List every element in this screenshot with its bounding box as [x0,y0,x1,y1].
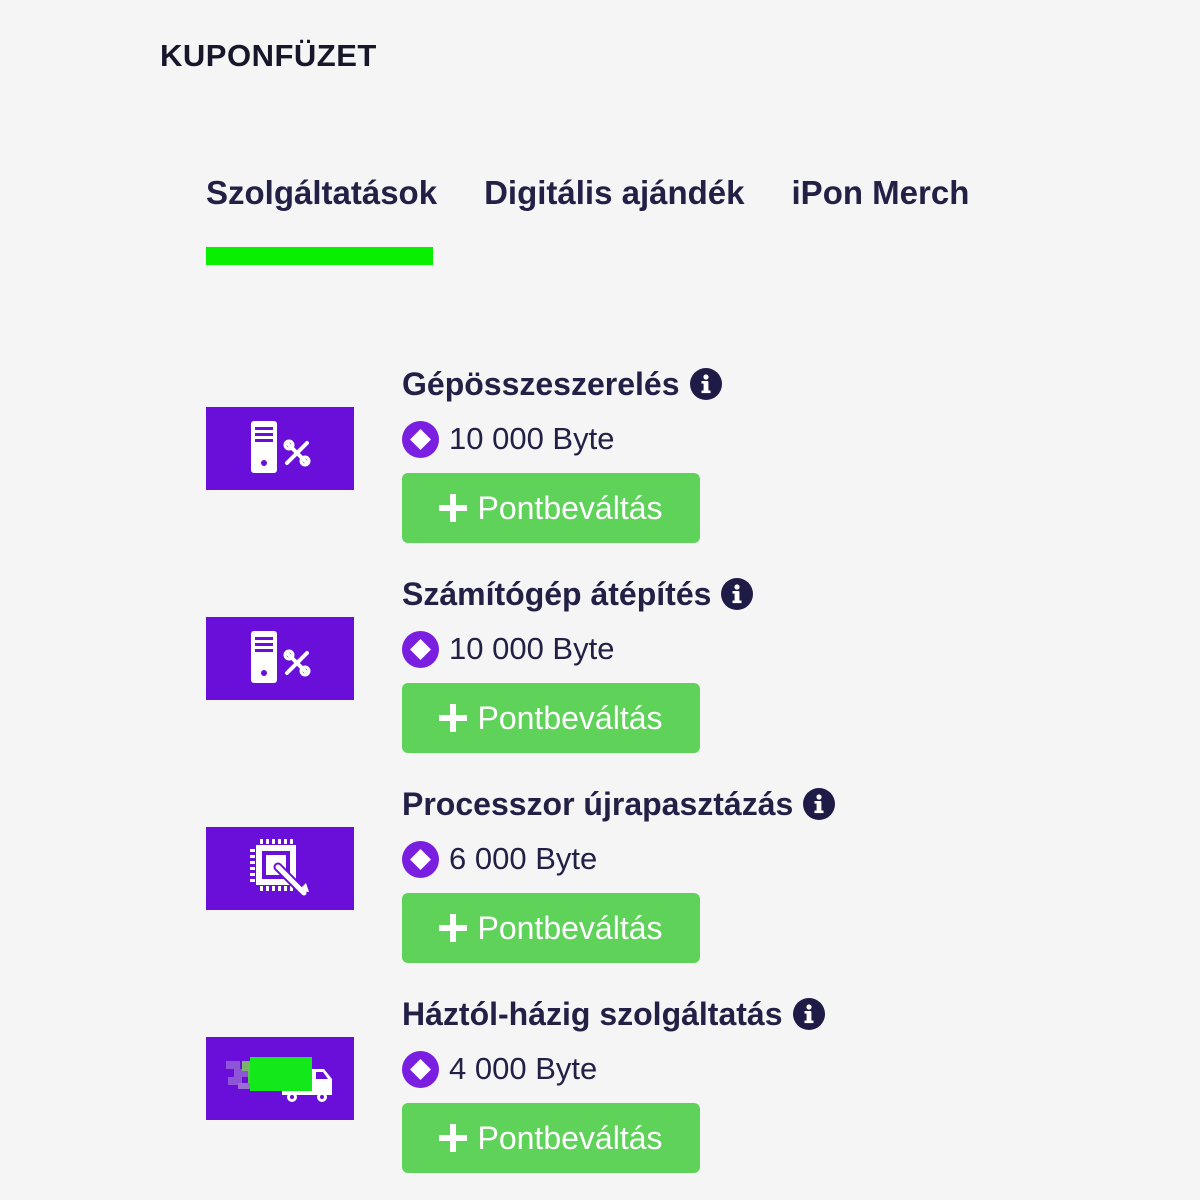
redeem-button[interactable]: Pontbeváltás [402,893,700,963]
service-name: Háztól-házig szolgáltatás [402,995,783,1032]
service-item: Számítógép átépítés 10 000 Byte Pontbevá… [206,576,1006,766]
service-icon-box [206,827,354,910]
redeem-button[interactable]: Pontbeváltás [402,1103,700,1173]
service-item: Háztól-házig szolgáltatás 4 000 Byte Pon… [206,996,1006,1186]
tab-ipon-merch[interactable]: iPon Merch [792,174,970,212]
plus-icon [439,914,468,942]
service-name: Processzor újrapasztázás [402,785,794,822]
redeem-button-label: Pontbeváltás [477,1119,663,1156]
redeem-button[interactable]: Pontbeváltás [402,683,700,753]
service-price: 4 000 Byte [449,1051,598,1086]
byte-coin-icon [402,1050,439,1088]
delivery-truck-icon [226,1056,332,1102]
service-name: Gépösszeszerelés [402,365,680,402]
tab-digitalis-ajandek[interactable]: Digitális ajándék [484,174,744,212]
info-icon[interactable] [721,578,754,610]
byte-coin-icon [402,420,439,458]
page-title: KUPONFÜZET [160,38,377,73]
pc-tools-icon [251,630,311,683]
redeem-button-label: Pontbeváltás [477,489,663,526]
plus-icon [439,494,468,522]
info-icon[interactable] [689,368,722,400]
service-item: Processzor újrapasztázás 6 000 Byte Pont… [206,786,1006,976]
service-icon-box [206,1037,354,1120]
cpu-paste-icon [250,838,309,897]
service-price: 6 000 Byte [449,841,598,876]
byte-coin-icon [402,840,439,878]
plus-icon [439,704,468,732]
pc-tools-icon [251,420,311,473]
service-icon-box [206,617,354,700]
redeem-button[interactable]: Pontbeváltás [402,473,700,543]
tab-szolgaltatasok[interactable]: Szolgáltatások [206,174,437,212]
service-price: 10 000 Byte [449,631,615,666]
service-item: Gépösszeszerelés 10 000 Byte Pontbeváltá… [206,366,1006,556]
info-icon[interactable] [803,788,836,820]
redeem-button-label: Pontbeváltás [477,699,663,736]
active-tab-indicator [206,247,433,265]
info-icon[interactable] [792,998,825,1030]
service-price: 10 000 Byte [449,421,615,456]
plus-icon [439,1124,468,1152]
service-name: Számítógép átépítés [402,575,712,612]
tab-bar: Szolgáltatások Digitális ajándék iPon Me… [206,174,969,212]
redeem-button-label: Pontbeváltás [477,909,663,946]
byte-coin-icon [402,630,439,668]
service-icon-box [206,407,354,490]
